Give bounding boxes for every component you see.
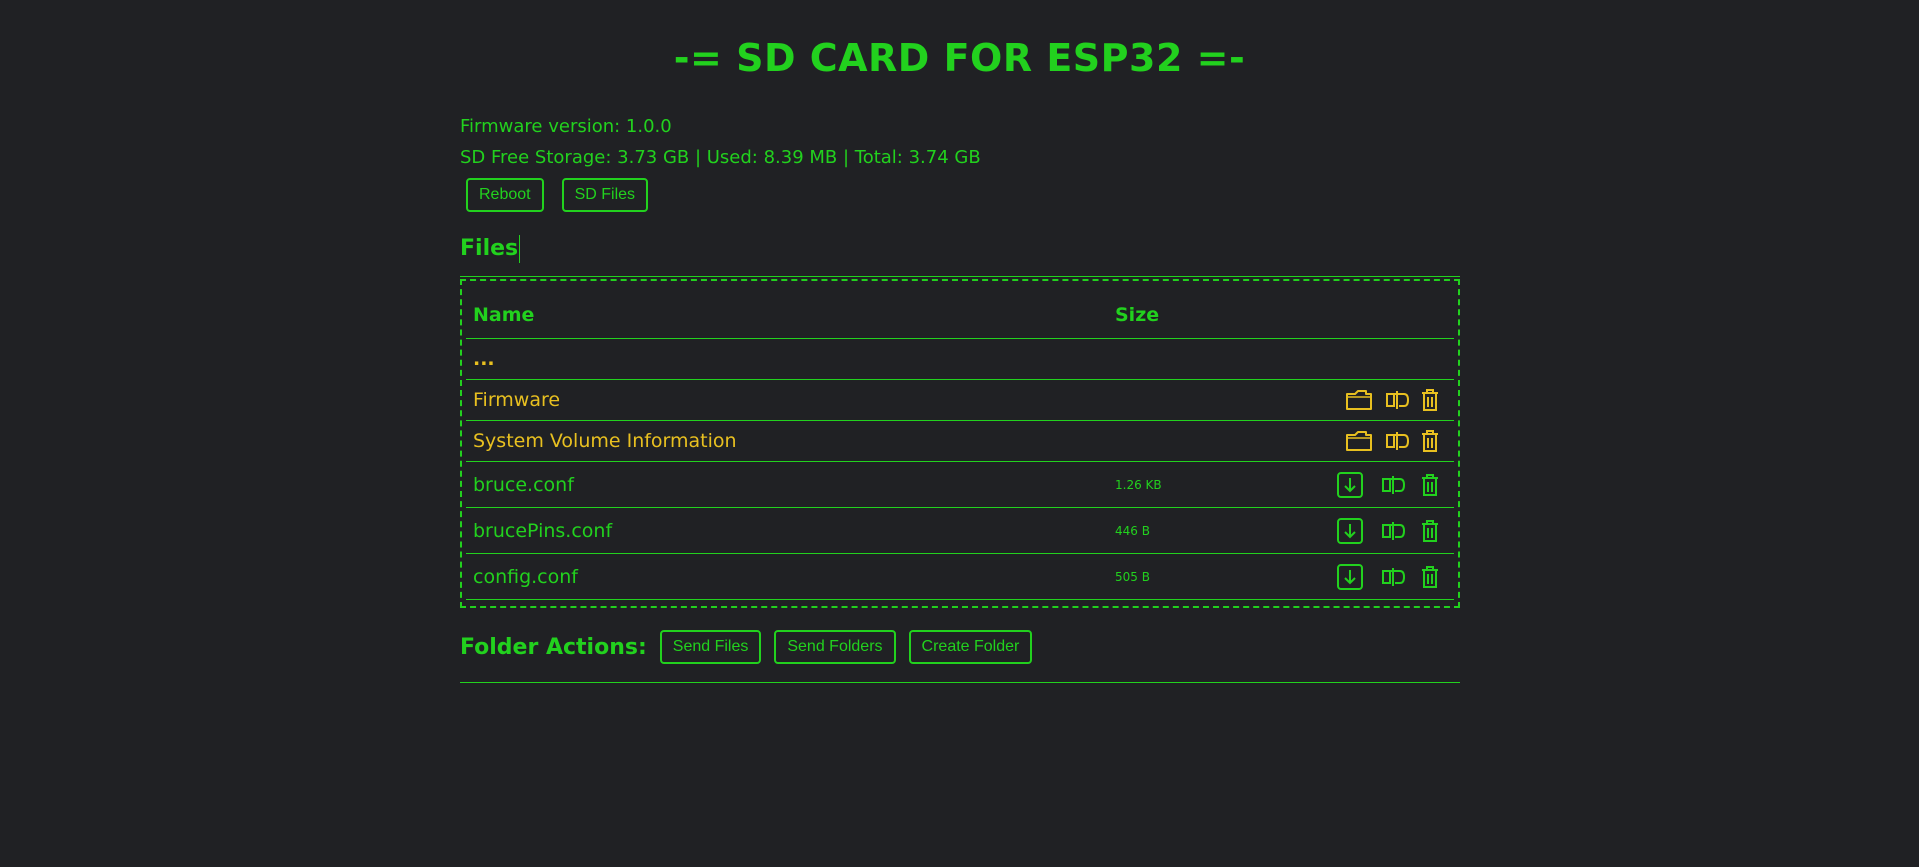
firmware-version: Firmware version: 1.0.0 [460, 116, 672, 137]
column-header-size: Size [1108, 286, 1312, 339]
rename-icon[interactable] [1380, 520, 1406, 542]
folder-actions-bar: Folder Actions: Send Files Send Folders … [460, 630, 1460, 664]
open-folder-icon[interactable] [1344, 429, 1374, 453]
folder-size [1108, 379, 1312, 421]
trash-icon[interactable] [1420, 519, 1440, 543]
folder-name[interactable]: System Volume Information [466, 420, 1108, 462]
folder-actions [1312, 420, 1454, 462]
top-buttons: Reboot SD Files [460, 178, 1460, 212]
file-row: config.conf 505 B [466, 553, 1454, 600]
files-heading-text: Files [460, 236, 519, 261]
column-header-name: Name [466, 286, 1108, 339]
files-heading: Files [460, 234, 1460, 264]
divider [460, 276, 1460, 277]
folder-actions-label: Folder Actions: [460, 634, 647, 660]
trash-icon[interactable] [1420, 388, 1440, 412]
trash-icon[interactable] [1420, 565, 1440, 589]
folder-actions [1312, 379, 1454, 421]
main-container: Firmware version: 1.0.0 SD Free Storage:… [460, 114, 1460, 683]
file-actions [1312, 553, 1454, 600]
download-icon[interactable] [1336, 517, 1364, 545]
open-folder-icon[interactable] [1344, 388, 1374, 412]
parent-dir-row[interactable]: ... [466, 338, 1454, 380]
create-folder-button[interactable]: Create Folder [908, 630, 1033, 664]
rename-icon[interactable] [1380, 566, 1406, 588]
reboot-button[interactable]: Reboot [466, 178, 544, 212]
file-actions [1312, 461, 1454, 508]
page-title: -= SD CARD FOR ESP32 =- [673, 36, 1246, 80]
file-name[interactable]: config.conf [466, 553, 1108, 600]
folder-name[interactable]: Firmware [466, 379, 1108, 421]
file-actions [1312, 507, 1454, 554]
file-name[interactable]: bruce.conf [466, 461, 1108, 508]
file-row: bruce.conf 1.26 KB [466, 461, 1454, 508]
rename-icon[interactable] [1384, 389, 1410, 411]
file-row: brucePins.conf 446 B [466, 507, 1454, 554]
parent-dir-actions [1312, 338, 1454, 380]
file-table: Name Size ... Firmware System Volume Inf… [466, 286, 1454, 600]
file-table-box: Name Size ... Firmware System Volume Inf… [460, 279, 1460, 608]
send-folders-button[interactable]: Send Folders [774, 630, 896, 664]
table-header-row: Name Size [466, 286, 1454, 339]
rename-icon[interactable] [1380, 474, 1406, 496]
sd-files-button[interactable]: SD Files [561, 178, 649, 212]
text-caret [519, 235, 521, 263]
file-size: 446 B [1108, 507, 1312, 554]
download-icon[interactable] [1336, 471, 1364, 499]
rename-icon[interactable] [1384, 430, 1410, 452]
storage-info: SD Free Storage: 3.73 GB | Used: 8.39 MB… [460, 147, 981, 168]
parent-dir-link[interactable]: ... [466, 338, 1108, 380]
folder-size [1108, 420, 1312, 462]
file-size: 1.26 KB [1108, 461, 1312, 508]
trash-icon[interactable] [1420, 429, 1440, 453]
column-header-actions [1312, 286, 1454, 339]
trash-icon[interactable] [1420, 473, 1440, 497]
file-name[interactable]: brucePins.conf [466, 507, 1108, 554]
download-icon[interactable] [1336, 563, 1364, 591]
send-files-button[interactable]: Send Files [659, 630, 762, 664]
folder-row: Firmware [466, 379, 1454, 421]
folder-row: System Volume Information [466, 420, 1454, 462]
file-size: 505 B [1108, 553, 1312, 600]
bottom-divider [460, 682, 1460, 683]
parent-dir-size [1108, 338, 1312, 380]
page: -= SD CARD FOR ESP32 =- Firmware version… [0, 0, 1919, 867]
